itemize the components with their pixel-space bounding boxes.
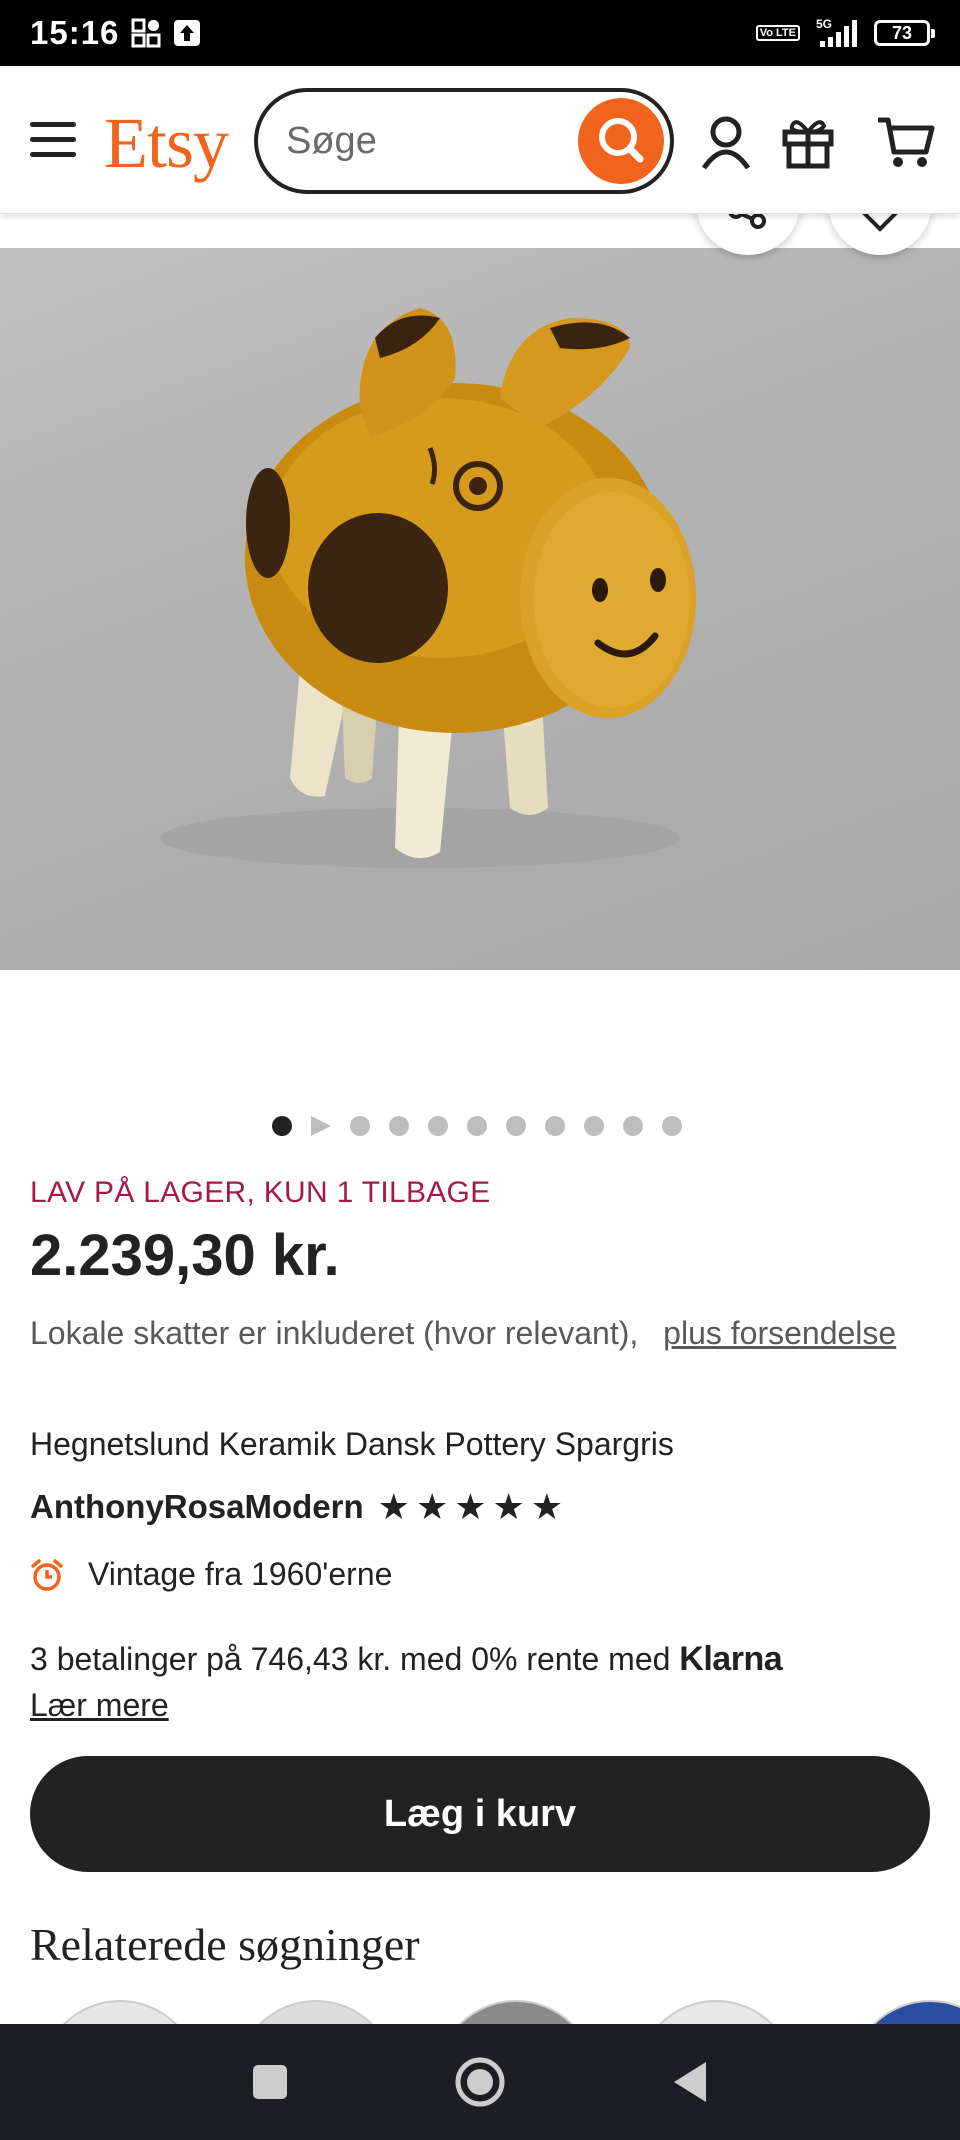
signal-icon: 5G (816, 17, 857, 47)
rating-stars[interactable]: ★ ★ ★ ★ ★ (378, 1486, 563, 1528)
add-to-cart-button[interactable]: Læg i kurv (30, 1756, 930, 1872)
top-header: Etsy (0, 66, 960, 214)
related-search-item[interactable] (850, 2000, 960, 2024)
tax-info: Lokale skatter er inkluderet (hvor relev… (30, 1310, 930, 1356)
apps-icon (131, 18, 161, 48)
back-icon[interactable] (670, 2060, 710, 2104)
volte-icon: Vo LTE (755, 25, 800, 41)
shop-name-link[interactable]: AnthonyRosaModern (30, 1488, 364, 1526)
star-icon: ★ (454, 1486, 487, 1527)
learn-more-link[interactable]: Lær mere (30, 1687, 169, 1723)
tax-text: Lokale skatter er inkluderet (hvor relev… (30, 1315, 639, 1351)
recents-icon[interactable] (250, 2062, 290, 2102)
related-search-item[interactable] (636, 2000, 796, 2024)
related-searches-heading: Relaterede søgninger (30, 1919, 420, 1970)
pig-figurine-image (160, 308, 696, 868)
battery-icon: 73 (874, 20, 935, 46)
star-icon: ★ (415, 1486, 449, 1527)
home-icon[interactable] (454, 2056, 506, 2108)
search-button[interactable] (578, 98, 664, 184)
vintage-text: Vintage fra 1960'erne (88, 1556, 393, 1592)
carousel-dot[interactable] (467, 1116, 487, 1136)
clock: 15:16 (30, 14, 120, 51)
system-nav-bar (0, 2024, 960, 2140)
status-bar: 15:16 Vo LTE 5G 73 (0, 0, 960, 66)
gift-icon[interactable] (780, 114, 836, 170)
star-icon: ★ (492, 1486, 525, 1527)
video-play-icon[interactable] (311, 1116, 331, 1136)
shop-info: AnthonyRosaModern ★ ★ ★ ★ ★ (30, 1486, 563, 1528)
carousel-dot[interactable] (584, 1116, 604, 1136)
product-price: 2.239,30 kr. (30, 1223, 340, 1288)
carousel-dot[interactable] (389, 1116, 409, 1136)
search-input[interactable] (286, 114, 566, 168)
carousel-dot[interactable] (506, 1116, 526, 1136)
related-search-item[interactable] (436, 2000, 596, 2024)
klarna-logo: Klarna (679, 1640, 783, 1678)
star-icon: ★ (530, 1486, 564, 1527)
related-search-item[interactable] (236, 2000, 396, 2024)
carousel-indicator (272, 1116, 682, 1136)
stock-notice: LAV PÅ LAGER, KUN 1 TILBAGE (30, 1176, 491, 1209)
search-bar (254, 88, 674, 194)
klarna-info: 3 betalinger på 746,43 kr. med 0% rente … (30, 1636, 930, 1728)
product-title: Hegnetslund Keramik Dansk Pottery Spargr… (30, 1426, 674, 1462)
carousel-dot[interactable] (623, 1116, 643, 1136)
carousel-dot[interactable] (662, 1116, 682, 1136)
carousel-dot[interactable] (428, 1116, 448, 1136)
etsy-logo[interactable]: Etsy (104, 102, 229, 185)
upload-icon (174, 20, 201, 46)
svg-text:5G: 5G (816, 17, 832, 31)
carousel-dot[interactable] (545, 1116, 565, 1136)
shipping-link[interactable]: plus forsendelse (663, 1315, 896, 1351)
menu-icon[interactable] (30, 122, 76, 158)
account-icon[interactable] (700, 114, 752, 170)
carousel-dot[interactable] (272, 1116, 292, 1136)
related-search-item[interactable] (40, 2000, 200, 2024)
cart-icon[interactable] (876, 114, 936, 170)
alarm-clock-icon (31, 1558, 63, 1591)
carousel-dot[interactable] (350, 1116, 370, 1136)
star-icon: ★ (377, 1486, 410, 1527)
search-icon (599, 118, 644, 163)
vintage-info: Vintage fra 1960'erne (30, 1556, 392, 1593)
related-searches-carousel[interactable] (0, 2000, 960, 2024)
installments-text: 3 betalinger på 746,43 kr. med 0% rente … (30, 1641, 671, 1677)
product-image[interactable] (0, 248, 960, 970)
